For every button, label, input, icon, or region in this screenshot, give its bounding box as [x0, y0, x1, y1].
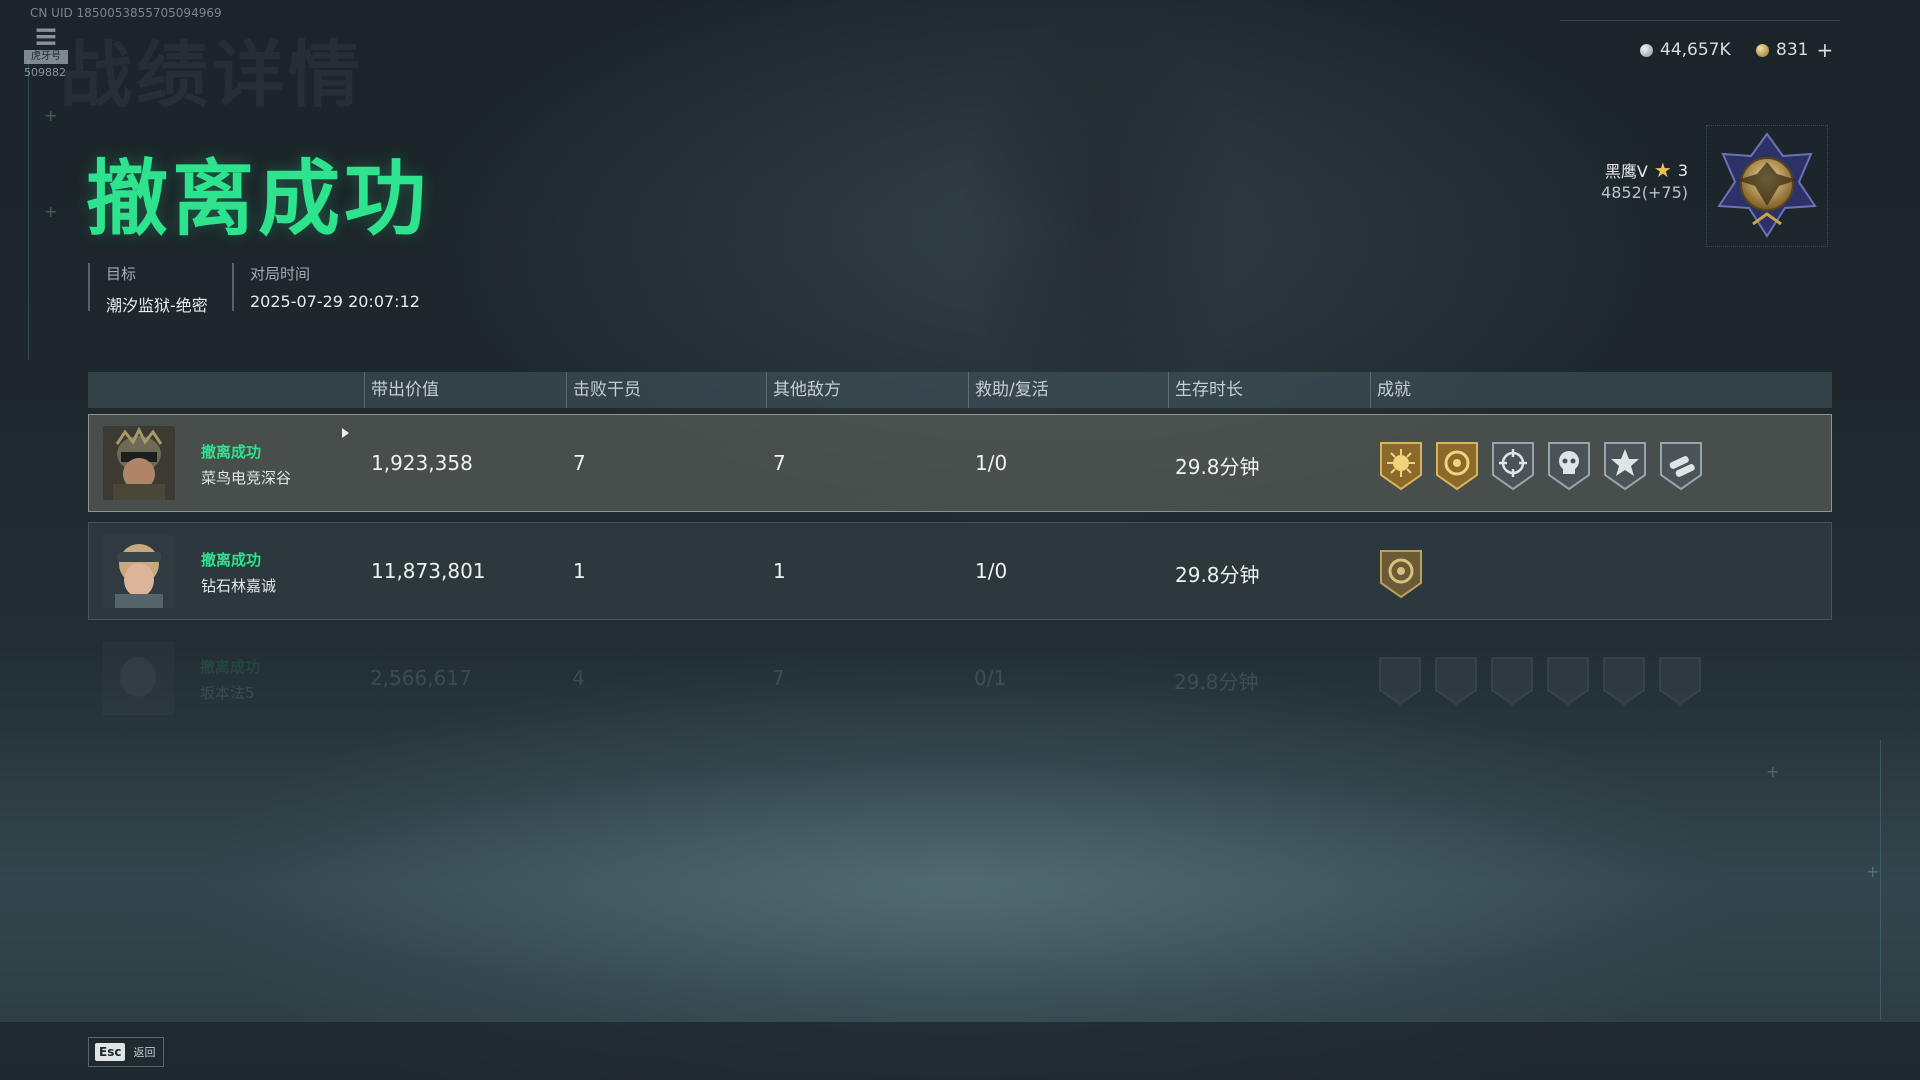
rank-tier: 黑鹰V [1604, 162, 1648, 181]
extraction-status: 撤离成功 [200, 658, 261, 676]
hud-cross: + [44, 202, 58, 221]
back-button[interactable]: Esc 返回 [88, 1037, 165, 1067]
extracted-value: 2,566,617 [370, 666, 472, 690]
rank-name: 黑鹰V ★ 3 [1605, 158, 1688, 182]
column-header: 击败干员 [566, 372, 641, 408]
player-avatar [103, 426, 175, 500]
bottom-bar [0, 1022, 1920, 1080]
extraction-status: 撤离成功 [201, 443, 262, 461]
gold-coin-icon [1756, 43, 1769, 57]
rank-stars: 3 [1677, 160, 1688, 180]
hud-cross: + [1766, 762, 1780, 781]
column-header: 成就 [1370, 372, 1411, 408]
sun-medal-icon[interactable] [1378, 656, 1422, 706]
bullet-medal-icon[interactable] [1658, 656, 1702, 706]
star-medal-icon[interactable] [1603, 441, 1647, 491]
achievement-list [1379, 549, 1423, 599]
column-header: 其他敌方 [766, 372, 841, 408]
hud-line-right [1880, 740, 1881, 1020]
star-icon: ★ [1653, 158, 1672, 182]
extracted-value: 11,873,801 [371, 559, 486, 583]
assist-revive: 1/0 [975, 451, 1008, 475]
operators-defeated: 4 [572, 666, 585, 690]
silver-currency: 44,657K [1640, 40, 1731, 60]
other-enemies: 7 [773, 451, 786, 475]
player-row[interactable]: 撤离成功 菜鸟电竞深谷 1,923,358 7 7 1/0 29.8分钟 [88, 414, 1832, 512]
silver-amount: 44,657K [1660, 40, 1731, 60]
match-time-label: 对局时间 [250, 265, 311, 283]
sun-medal-icon[interactable] [1379, 441, 1423, 491]
target-medal-icon[interactable] [1434, 656, 1478, 706]
assist-revive: 1/0 [975, 559, 1008, 583]
column-header: 生存时长 [1168, 372, 1243, 408]
target-label: 目标 [106, 265, 137, 283]
background-page-title: 战绩详情 [60, 33, 365, 117]
player-row[interactable]: 撤离成功 钻石林嘉诚 11,873,801 1 1 1/0 29.8分钟 [88, 522, 1832, 620]
gold-amount: 831 [1776, 40, 1809, 60]
player-row[interactable]: 撤离成功 坂本法5 2,566,617 4 7 0/1 29.8分钟 [88, 630, 1832, 728]
hud-cross: + [1866, 862, 1880, 881]
hud-line-top [1560, 20, 1840, 21]
target-info: 目标 潮汐监狱-绝密 [88, 263, 208, 315]
rank-emblem[interactable] [1706, 125, 1828, 247]
other-enemies: 7 [772, 666, 785, 690]
column-header: 带出价值 [364, 372, 439, 408]
operator-avatar-icon [102, 641, 174, 715]
rank-score: 4852(+75) [1601, 183, 1688, 202]
operators-defeated: 1 [573, 559, 586, 583]
player-avatar [103, 534, 175, 608]
hud-line-left [28, 60, 29, 360]
extracted-value: 1,923,358 [371, 451, 473, 475]
match-time-info: 对局时间 2025-07-29 20:07:12 [232, 263, 420, 311]
bullet-medal-icon[interactable] [1659, 441, 1703, 491]
mouse-cursor-icon [342, 428, 349, 438]
player-name: 坂本法5 [200, 684, 255, 702]
survival-time: 29.8分钟 [1174, 670, 1259, 694]
column-header: 救助/复活 [968, 372, 1049, 408]
player-name: 菜鸟电竞深谷 [201, 469, 292, 487]
result-title: 撤离成功 [86, 152, 431, 247]
survival-time: 29.8分钟 [1175, 455, 1260, 479]
skull-medal-icon[interactable] [1547, 441, 1591, 491]
crosshair-medal-icon[interactable] [1490, 656, 1534, 706]
survival-time: 29.8分钟 [1175, 563, 1260, 587]
achievement-list [1379, 441, 1703, 491]
table-header: 带出价值 击败干员 其他敌方 救助/复活 生存时长 成就 [88, 372, 1832, 408]
target-medal-icon[interactable] [1435, 441, 1479, 491]
target-value: 潮汐监狱-绝密 [106, 296, 208, 315]
other-enemies: 1 [773, 559, 786, 583]
extraction-status: 撤离成功 [201, 551, 262, 569]
esc-key-hint: Esc [95, 1043, 126, 1061]
goggles-operator-avatar-icon [103, 534, 175, 608]
helmet-operator-avatar-icon [103, 426, 175, 500]
add-currency-button[interactable]: + [1816, 40, 1833, 60]
star-medal-icon[interactable] [1602, 656, 1646, 706]
player-name: 钻石林嘉诚 [201, 577, 277, 595]
player-avatar [102, 641, 174, 715]
assist-revive: 0/1 [974, 666, 1007, 690]
crosshair-medal-icon[interactable] [1491, 441, 1535, 491]
eagle-rank-emblem-icon [1717, 132, 1817, 238]
operators-defeated: 7 [573, 451, 586, 475]
back-label: 返回 [133, 1046, 156, 1059]
gold-currency: 831 + [1756, 40, 1833, 60]
no-entry-medal-icon[interactable] [1546, 656, 1590, 706]
match-time-value: 2025-07-29 20:07:12 [250, 292, 420, 311]
target-medal-icon[interactable] [1379, 549, 1423, 599]
silver-coin-icon [1640, 43, 1653, 57]
hud-cross: + [44, 106, 58, 125]
achievement-list [1378, 656, 1702, 706]
